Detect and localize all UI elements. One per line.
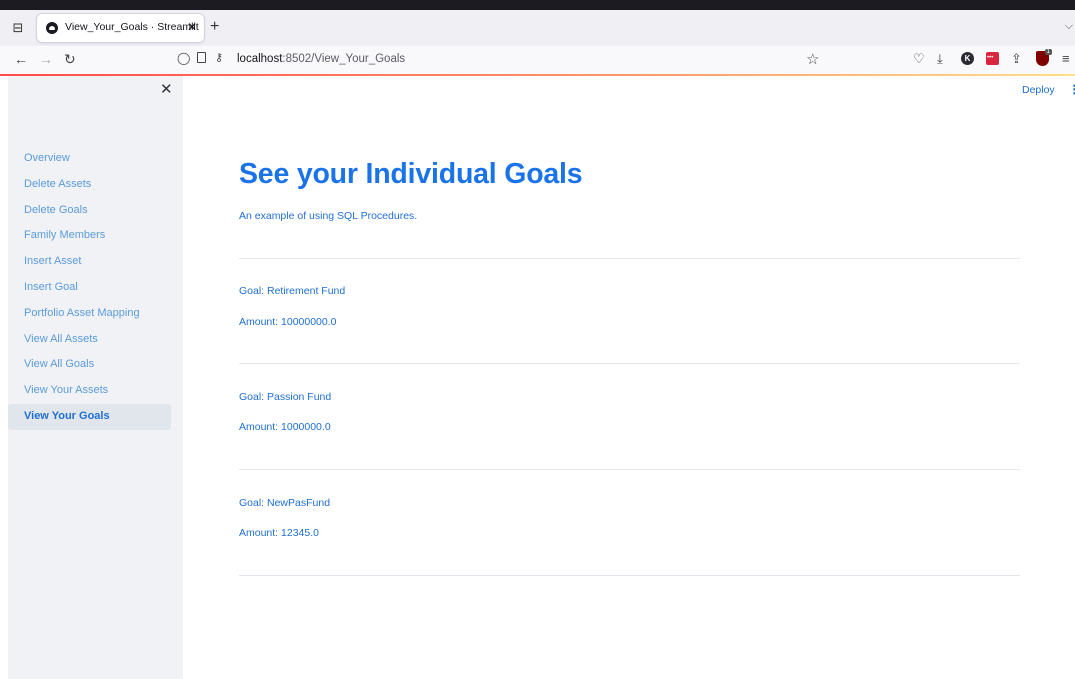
sidebar-item-view-your-goals[interactable]: View Your Goals bbox=[8, 403, 171, 430]
page-caption: An example of using SQL Procedures. bbox=[239, 210, 418, 222]
pocket-icon[interactable]: ♡ bbox=[913, 51, 925, 67]
tracking-protection-shield-icon[interactable]: ◯ bbox=[177, 51, 190, 65]
sidebar-nav: Overview Delete Assets Delete Goals Fami… bbox=[8, 146, 183, 430]
sidebar-item-view-your-assets[interactable]: View Your Assets bbox=[8, 378, 171, 404]
goal-name: Goal: Retirement Fund bbox=[239, 285, 346, 297]
back-arrow-icon[interactable]: ← bbox=[14, 51, 28, 67]
sidebar-item-family-members[interactable]: Family Members bbox=[8, 223, 171, 249]
permissions-key-icon[interactable]: ⚷ bbox=[215, 51, 223, 64]
streamlit-favicon-icon bbox=[46, 22, 58, 34]
sidebar-item-view-all-assets[interactable]: View All Assets bbox=[8, 327, 171, 353]
extension-red-icon[interactable] bbox=[986, 52, 999, 65]
sidebar-close-icon[interactable]: ✕ bbox=[160, 81, 173, 99]
goal-name: Goal: Passion Fund bbox=[239, 391, 332, 403]
sidebar-item-delete-assets[interactable]: Delete Assets bbox=[8, 172, 171, 198]
sidebar-item-overview[interactable]: Overview bbox=[8, 146, 171, 172]
sidebar-item-delete-goals[interactable]: Delete Goals bbox=[8, 198, 171, 224]
bookmark-star-icon[interactable]: ☆ bbox=[806, 50, 819, 68]
divider bbox=[239, 469, 1020, 470]
tab-overflow-chevron-icon[interactable]: ⌵ bbox=[1065, 20, 1073, 33]
tab-close-icon[interactable]: ✕ bbox=[187, 20, 197, 34]
divider bbox=[239, 258, 1020, 259]
page-title: See your Individual Goals bbox=[239, 158, 583, 190]
reload-icon[interactable]: ↻ bbox=[64, 51, 76, 67]
goal-name: Goal: NewPasFund bbox=[239, 497, 331, 509]
url-field[interactable]: localhost:8502/View_Your_Goals bbox=[237, 53, 405, 65]
share-icon[interactable]: ⇪ bbox=[1011, 51, 1022, 67]
sidebar: ✕ Overview Delete Assets Delete Goals Fa… bbox=[8, 76, 183, 679]
browser-navigation-bar: ← → ↻ ◯ ⚷ localhost:8502/View_Your_Goals… bbox=[0, 46, 1075, 74]
url-host: localhost bbox=[237, 53, 283, 65]
forward-arrow-icon[interactable]: → bbox=[39, 51, 53, 67]
divider bbox=[239, 363, 1020, 364]
page-info-icon[interactable] bbox=[197, 52, 206, 63]
sidebar-item-view-all-goals[interactable]: View All Goals bbox=[8, 352, 171, 378]
main-content: See your Individual Goals An example of … bbox=[183, 76, 1075, 679]
browser-tab-active[interactable]: View_Your_Goals · Streamlit ✕ bbox=[37, 14, 204, 42]
window-top-edge bbox=[0, 0, 1075, 10]
sidebar-item-portfolio-asset-mapping[interactable]: Portfolio Asset Mapping bbox=[8, 301, 171, 327]
goal-amount: Amount: 1000000.0 bbox=[239, 421, 331, 433]
browser-tab-strip: ⊟ View_Your_Goals · Streamlit ✕ + ⌵ bbox=[0, 10, 1075, 46]
goal-amount: Amount: 10000000.0 bbox=[239, 316, 337, 328]
sidebar-item-insert-goal[interactable]: Insert Goal bbox=[8, 275, 171, 301]
app-menu-icon[interactable]: ≡ bbox=[1062, 51, 1070, 66]
downloads-icon[interactable]: ⤓ bbox=[937, 51, 943, 67]
new-tab-plus-icon[interactable]: + bbox=[210, 19, 219, 35]
tab-title: View_Your_Goals · Streamlit bbox=[65, 21, 199, 33]
goal-amount: Amount: 12345.0 bbox=[239, 527, 319, 539]
extension-k-icon[interactable]: K bbox=[961, 52, 974, 65]
ublock-extension-icon[interactable]: 1 bbox=[1036, 49, 1052, 66]
extension-badge: 1 bbox=[1044, 49, 1052, 55]
url-path: :8502/View_Your_Goals bbox=[282, 53, 406, 65]
divider bbox=[239, 575, 1020, 576]
sidebar-item-insert-asset[interactable]: Insert Asset bbox=[8, 249, 171, 275]
tab-list-icon[interactable]: ⊟ bbox=[10, 20, 26, 36]
